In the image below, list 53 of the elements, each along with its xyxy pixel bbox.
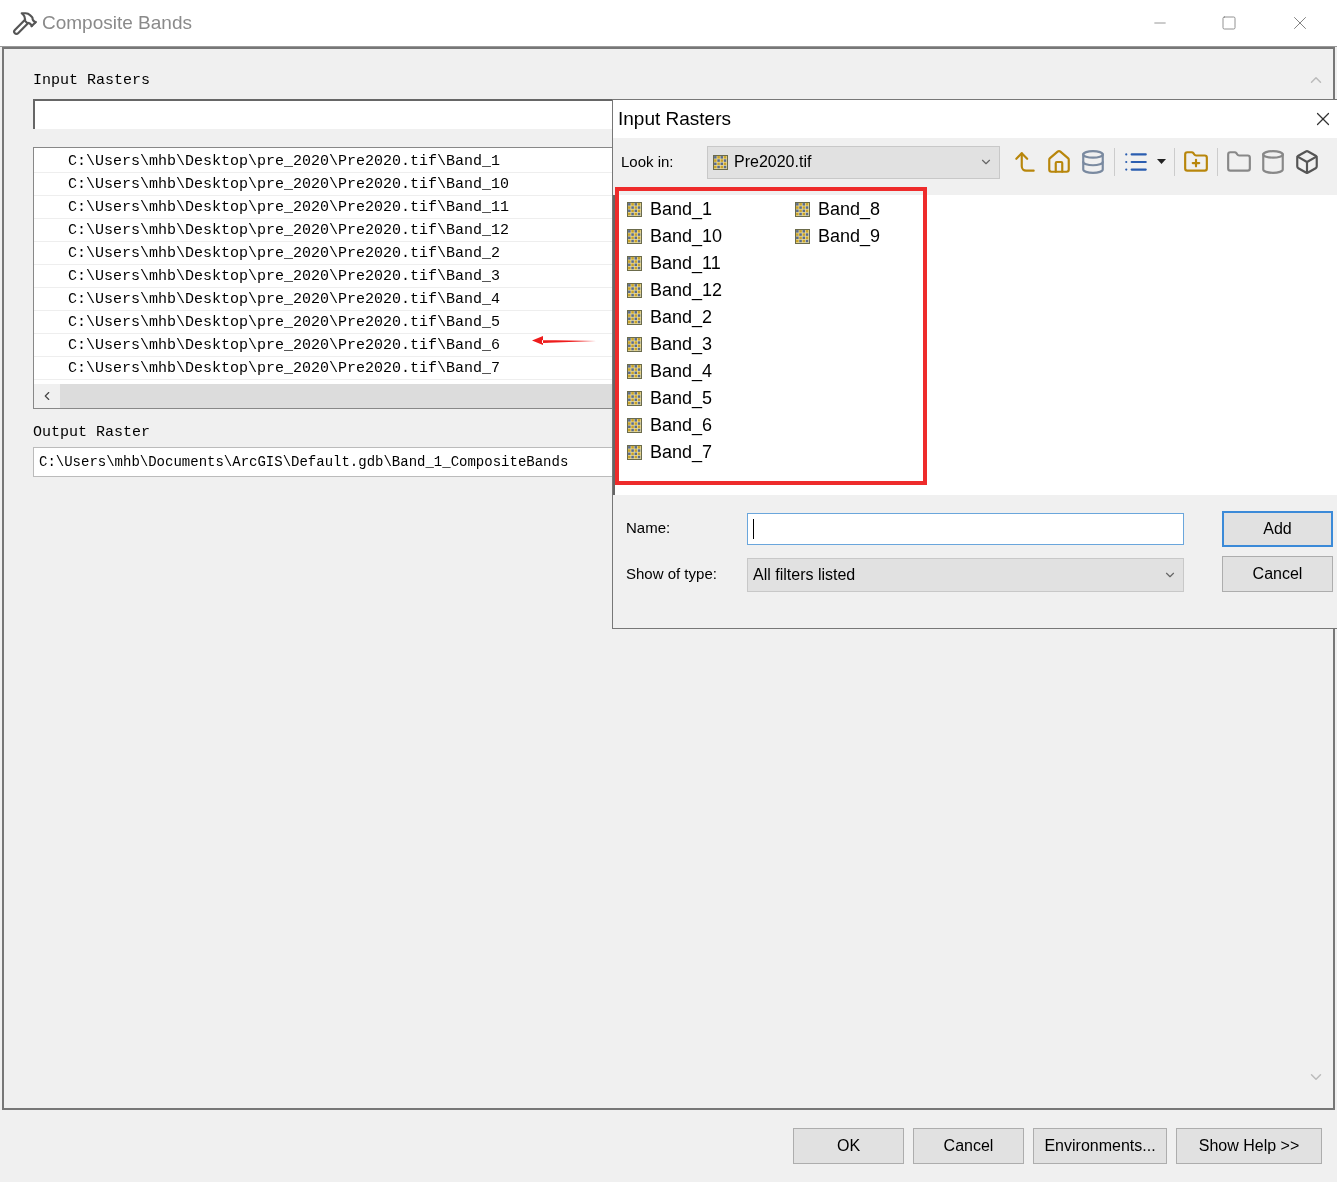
raster-icon (627, 418, 642, 433)
raster-icon (627, 391, 642, 406)
look-in-dropdown[interactable]: Pre2020.tif (707, 145, 1000, 179)
text-cursor (753, 519, 754, 539)
raster-icon (627, 337, 642, 352)
field-label: Look in: (621, 151, 675, 172)
field-label: Output Raster (33, 423, 151, 443)
file-item[interactable]: Band_4 (627, 358, 783, 385)
file-item[interactable]: Band_2 (627, 304, 783, 331)
dialog-title: Input Rasters (618, 106, 731, 131)
raster-icon (627, 445, 642, 460)
field-label: Input Rasters (33, 71, 151, 91)
file-item[interactable]: Band_9 (795, 223, 951, 250)
dialog-button[interactable]: Cancel (913, 1128, 1024, 1164)
name-field[interactable] (747, 513, 1184, 545)
maximize-icon[interactable] (1221, 15, 1237, 31)
file-item[interactable]: Band_11 (627, 250, 783, 277)
home-icon[interactable] (1046, 149, 1072, 175)
raster-icon (627, 283, 642, 298)
file-item[interactable]: Band_8 (795, 196, 951, 223)
raster-icon (627, 229, 642, 244)
raster-icon (627, 310, 642, 325)
field-label: Show of type: (626, 564, 718, 584)
new-folder-icon[interactable] (1183, 149, 1209, 175)
raster-icon (713, 154, 728, 170)
dialog-button[interactable]: Environments... (1033, 1128, 1167, 1164)
folder-icon[interactable] (1226, 149, 1252, 175)
raster-icon (627, 256, 642, 271)
file-item[interactable]: Band_12 (627, 277, 783, 304)
file-item[interactable]: Band_5 (627, 385, 783, 412)
raster-icon (795, 229, 810, 244)
raster-icon (627, 364, 642, 379)
field-label: Name: (626, 518, 672, 538)
file-item[interactable]: Band_1 (627, 196, 783, 223)
dialog-button[interactable]: Add (1222, 511, 1333, 547)
file-item[interactable]: Band_3 (627, 331, 783, 358)
hammer-icon (12, 10, 38, 36)
dropdown-arrow-icon[interactable] (1157, 159, 1166, 165)
file-item[interactable]: Band_10 (627, 223, 783, 250)
cylinder-icon[interactable] (1260, 149, 1286, 175)
dialog-button[interactable]: OK (793, 1128, 904, 1164)
file-list[interactable]: Band_1 Band_10 Band_11 Band_12 Band_2 Band_3 Band_4 Band_5 Band_6 Band_7 Band_8 Band_9 (613, 195, 1337, 495)
raster-icon (627, 202, 642, 217)
database-icon[interactable] (1080, 149, 1106, 175)
dialog-button[interactable]: Show Help >> (1176, 1128, 1322, 1164)
type-dropdown[interactable]: All filters listed (747, 558, 1184, 592)
raster-icon (795, 202, 810, 217)
up-folder-icon[interactable] (1012, 149, 1038, 175)
box-icon[interactable] (1294, 149, 1320, 175)
file-item[interactable]: Band_7 (627, 439, 783, 466)
file-item[interactable]: Band_6 (627, 412, 783, 439)
window-title: Composite Bands (42, 10, 192, 35)
dialog-button[interactable]: Cancel (1222, 556, 1333, 592)
